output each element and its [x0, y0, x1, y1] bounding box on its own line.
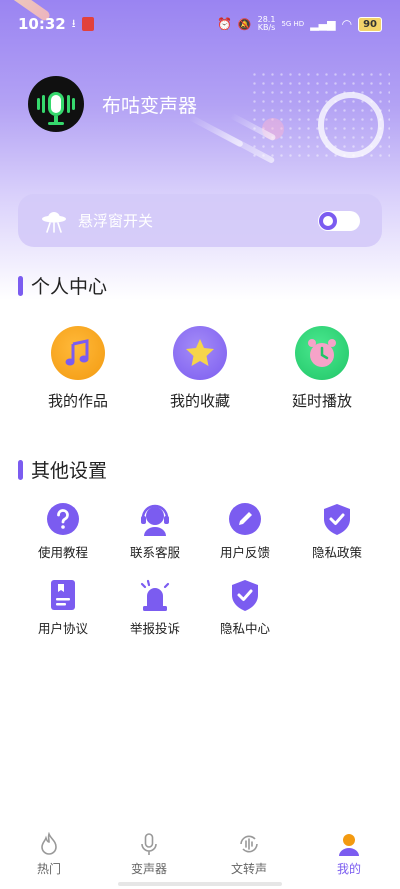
tab-hot[interactable]: 热门 — [4, 831, 94, 877]
microphone-icon — [48, 92, 64, 116]
silent-icon: 🔕 — [237, 17, 252, 31]
section-title-text: 其他设置 — [31, 460, 108, 482]
text-to-speech-icon — [237, 832, 261, 856]
sound-wave — [42, 95, 45, 113]
headset-icon — [138, 502, 172, 536]
user-feedback-label: 用户反馈 — [219, 545, 270, 560]
report-label: 举报投诉 — [129, 621, 180, 636]
music-note-icon — [51, 326, 105, 380]
ufo-icon — [40, 207, 68, 235]
star-icon — [173, 326, 227, 380]
delay-play-item[interactable]: 延时播放 — [262, 326, 382, 411]
flame-icon — [37, 831, 61, 856]
status-right: ⏰ 🔕 28.1 KB/s 5G HD ▂▄▆ ◠ 90 — [217, 16, 382, 32]
person-icon — [337, 832, 361, 856]
app-name: 布咕变声器 — [102, 94, 198, 117]
avatar[interactable] — [28, 76, 84, 132]
network-label: 5G HD — [281, 20, 305, 28]
status-time: 10:32 — [18, 15, 66, 33]
tab-voice-changer-label: 变声器 — [130, 862, 167, 876]
tab-hot-label: 热门 — [36, 862, 61, 876]
user-feedback-item[interactable]: 用户反馈 — [200, 502, 290, 561]
battery-indicator: 90 — [358, 16, 382, 32]
shield-check-icon — [320, 502, 354, 536]
net-speed-unit: KB/s — [257, 23, 276, 32]
floating-window-card[interactable]: 悬浮窗开关 — [18, 194, 382, 247]
customer-service-label: 联系客服 — [129, 545, 180, 560]
sound-wave — [37, 98, 40, 110]
section-accent-bar — [18, 275, 23, 296]
mic-base — [48, 122, 64, 125]
my-works-item[interactable]: 我的作品 — [18, 326, 138, 411]
personal-center-title: 个人中心 — [18, 272, 107, 299]
my-favorites-label: 我的收藏 — [169, 392, 230, 410]
bottom-tab-bar: 热门 变声器 文转声 我的 — [0, 826, 400, 889]
tutorial-item[interactable]: 使用教程 — [18, 502, 108, 561]
toggle-knob — [319, 211, 337, 230]
section-title-text: 个人中心 — [31, 276, 108, 298]
app-notification-icon — [81, 17, 94, 31]
delay-play-label: 延时播放 — [291, 392, 352, 410]
privacy-center-item[interactable]: 隐私中心 — [200, 578, 290, 637]
download-icon: ⭳ — [71, 16, 76, 30]
tab-voice-changer[interactable]: 变声器 — [104, 832, 194, 877]
tab-mine-label: 我的 — [336, 862, 361, 876]
document-icon — [46, 578, 80, 612]
home-indicator[interactable] — [118, 882, 282, 886]
status-bar: 10:32 ⭳ ⏰ 🔕 28.1 KB/s 5G HD ▂▄▆ ◠ 90 — [0, 0, 400, 48]
my-favorites-item[interactable]: 我的收藏 — [140, 326, 260, 411]
sound-wave — [72, 98, 75, 110]
tutorial-label: 使用教程 — [37, 545, 88, 560]
section-accent-bar — [18, 459, 23, 480]
alarm-clock-icon — [295, 326, 349, 380]
floating-window-toggle[interactable] — [318, 210, 360, 231]
pencil-icon — [228, 502, 262, 536]
net-speed: 28.1 KB/s — [258, 16, 276, 32]
profile-header: 布咕变声器 — [28, 76, 197, 132]
tab-text-to-speech-label: 文转声 — [230, 862, 267, 876]
shield-check-icon — [228, 578, 262, 612]
tab-mine[interactable]: 我的 — [304, 832, 394, 877]
alarm-light-icon — [138, 578, 172, 612]
user-agreement-item[interactable]: 用户协议 — [18, 578, 108, 637]
privacy-center-label: 隐私中心 — [219, 621, 270, 636]
other-settings-title: 其他设置 — [18, 456, 107, 483]
question-icon — [46, 502, 80, 536]
my-works-label: 我的作品 — [47, 392, 108, 410]
report-item[interactable]: 举报投诉 — [110, 578, 200, 637]
microphone-icon — [137, 832, 161, 856]
user-agreement-label: 用户协议 — [37, 621, 88, 636]
privacy-policy-label: 隐私政策 — [311, 545, 362, 560]
floating-window-label: 悬浮窗开关 — [78, 212, 154, 230]
tab-text-to-speech[interactable]: 文转声 — [204, 832, 294, 877]
customer-service-item[interactable]: 联系客服 — [110, 502, 200, 561]
alarm-icon: ⏰ — [216, 17, 232, 31]
decor-ring — [318, 92, 384, 158]
sound-wave — [67, 95, 70, 113]
wifi-icon: ◠ — [341, 17, 353, 31]
signal-icon: ▂▄▆ — [310, 17, 336, 31]
privacy-policy-item[interactable]: 隐私政策 — [292, 502, 382, 561]
